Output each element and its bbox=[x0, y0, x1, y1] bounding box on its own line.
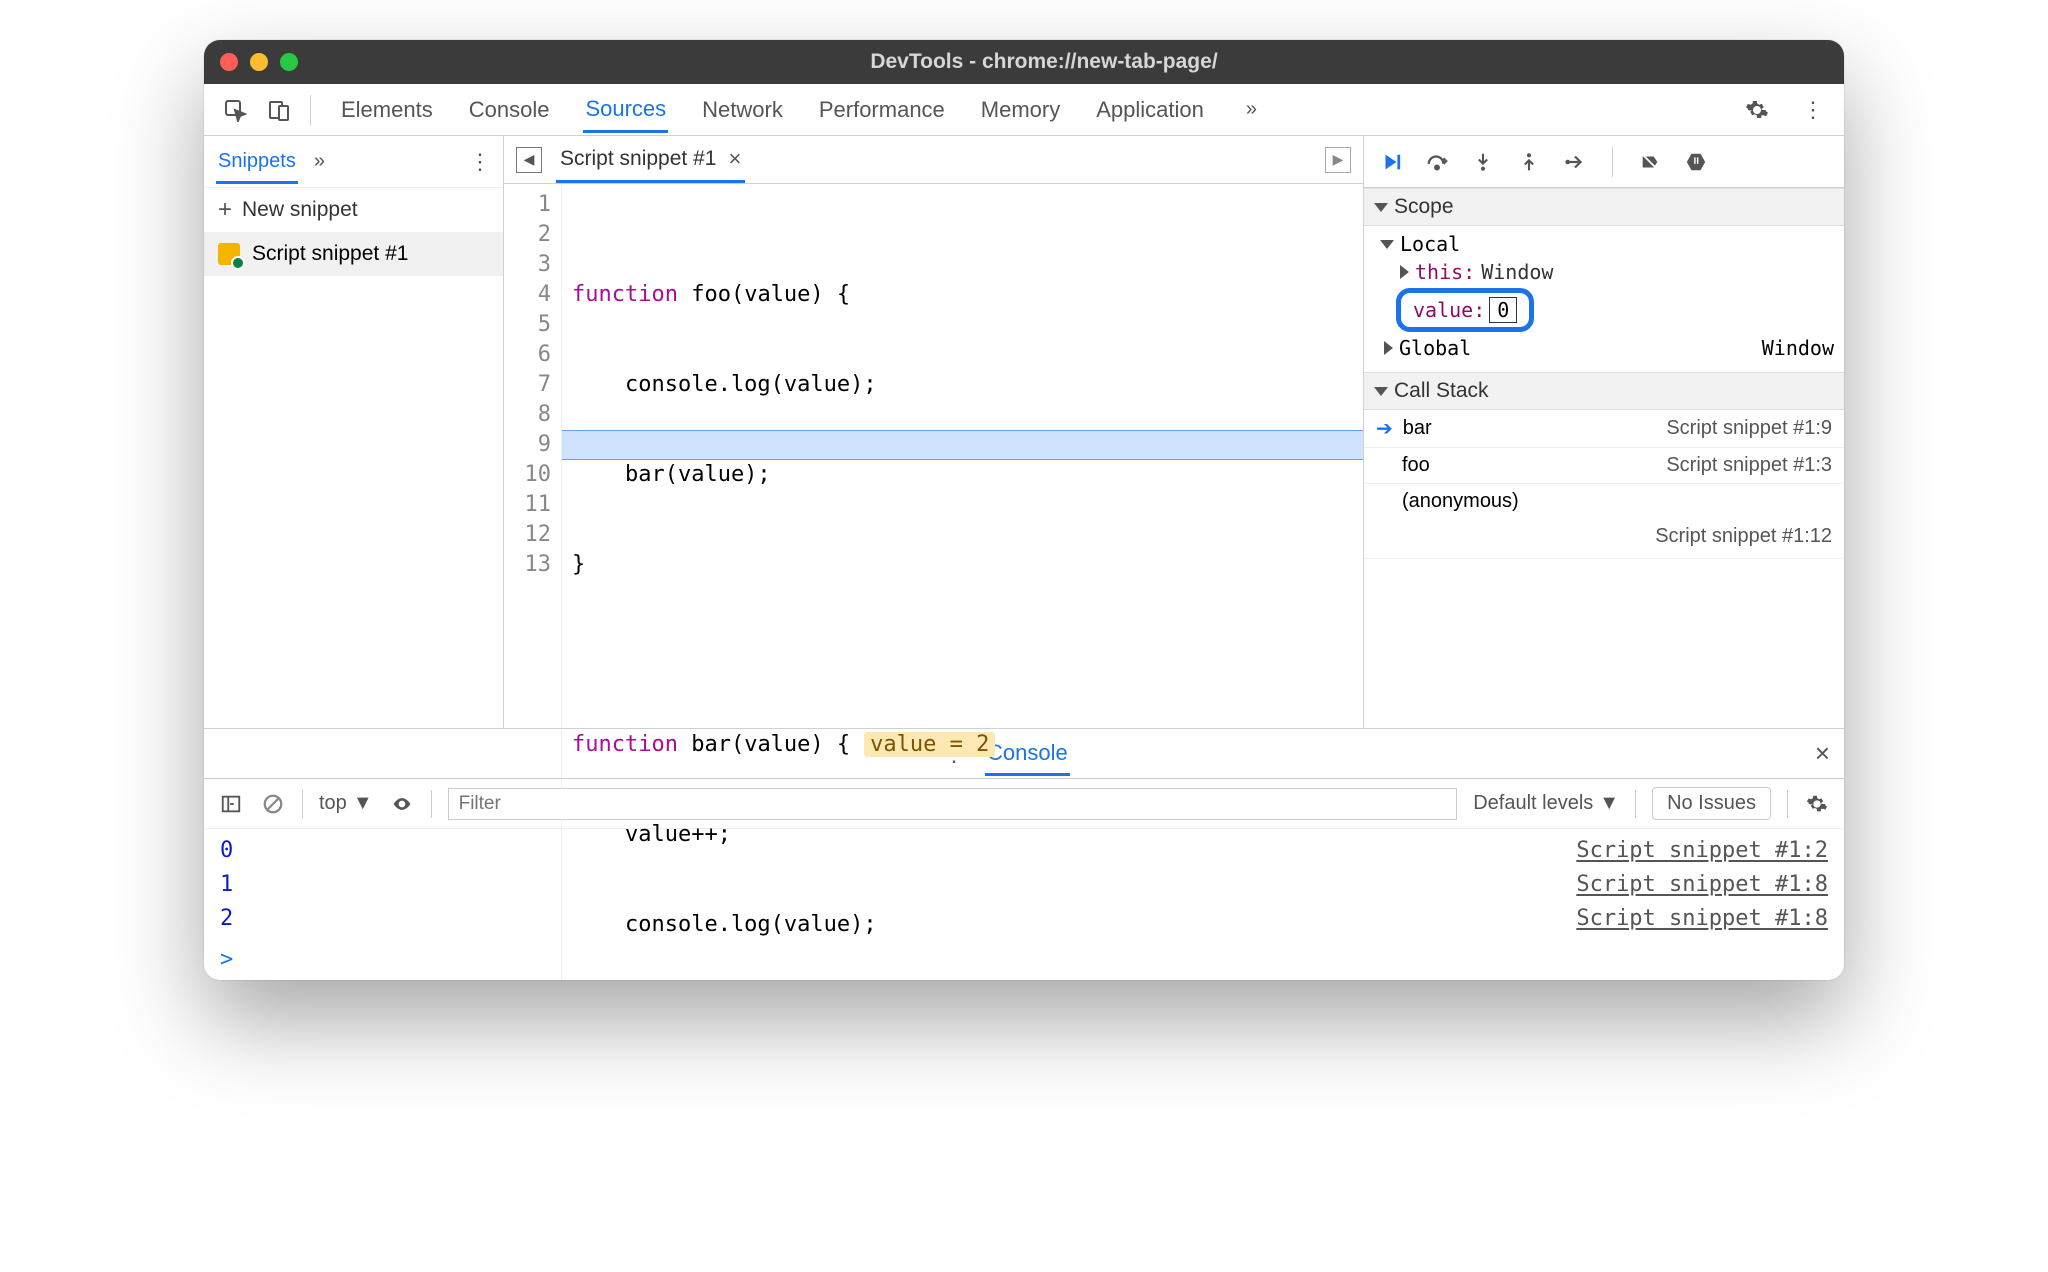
source-editor: ◀ Script snippet #1 × ▶ 1234567891011121… bbox=[504, 136, 1364, 728]
chevron-right-icon[interactable] bbox=[1400, 265, 1409, 279]
toggle-navigator-icon[interactable]: ◀ bbox=[516, 147, 542, 173]
tab-application[interactable]: Application bbox=[1094, 87, 1206, 133]
chevron-down-icon[interactable] bbox=[1380, 240, 1394, 249]
inspect-element-icon[interactable] bbox=[218, 93, 252, 127]
navigator-sidebar: Snippets » ⋮ + New snippet Script snippe… bbox=[204, 136, 504, 728]
plus-icon: + bbox=[218, 196, 232, 224]
snippet-item[interactable]: Script snippet #1 bbox=[204, 232, 503, 276]
live-expression-icon[interactable] bbox=[389, 791, 415, 817]
new-snippet-label: New snippet bbox=[242, 198, 358, 222]
log-value: 2 bbox=[220, 906, 233, 931]
console-settings-icon[interactable] bbox=[1804, 791, 1830, 817]
snippet-file-icon bbox=[218, 243, 240, 265]
step-over-icon[interactable] bbox=[1424, 149, 1450, 175]
scope-global-label: Global bbox=[1399, 336, 1471, 360]
chevron-down-icon bbox=[1374, 203, 1388, 212]
code-area[interactable]: 12345678910111213 function foo(value) { … bbox=[504, 184, 1363, 980]
scope-section-header[interactable]: Scope bbox=[1364, 188, 1844, 226]
more-menu-icon[interactable]: ⋮ bbox=[1796, 93, 1830, 127]
inline-value-hint: value = 2 bbox=[864, 732, 995, 757]
log-source-link[interactable]: Script snippet #1:8 bbox=[1576, 906, 1828, 931]
step-icon[interactable] bbox=[1562, 149, 1588, 175]
chevron-down-icon bbox=[1374, 387, 1388, 396]
current-frame-icon: ➔ bbox=[1376, 416, 1393, 441]
chevron-right-icon[interactable] bbox=[1384, 341, 1393, 355]
zoom-window-button[interactable] bbox=[280, 53, 298, 71]
devtools-main-toolbar: Elements Console Sources Network Perform… bbox=[204, 84, 1844, 136]
tab-network[interactable]: Network bbox=[700, 87, 785, 133]
close-window-button[interactable] bbox=[220, 53, 238, 71]
panel-tabs: Elements Console Sources Network Perform… bbox=[339, 86, 1730, 133]
log-levels-selector[interactable]: Default levels▼ bbox=[1473, 792, 1619, 815]
clear-console-icon[interactable] bbox=[260, 791, 286, 817]
console-sidebar-icon[interactable] bbox=[218, 791, 244, 817]
debugger-toolbar bbox=[1364, 136, 1844, 188]
toggle-debugger-icon[interactable]: ▶ bbox=[1325, 147, 1351, 173]
scope-this-name: this: bbox=[1415, 260, 1475, 284]
scope-local-label: Local bbox=[1400, 232, 1460, 256]
close-drawer-icon[interactable]: × bbox=[1815, 738, 1830, 769]
log-value: 1 bbox=[220, 872, 233, 897]
tab-performance[interactable]: Performance bbox=[817, 87, 947, 133]
new-snippet-button[interactable]: + New snippet bbox=[204, 188, 503, 232]
scope-this-value: Window bbox=[1481, 260, 1553, 284]
tab-elements[interactable]: Elements bbox=[339, 87, 435, 133]
scope-value-input[interactable] bbox=[1489, 297, 1517, 323]
minimize-window-button[interactable] bbox=[250, 53, 268, 71]
log-source-link[interactable]: Script snippet #1:8 bbox=[1576, 872, 1828, 897]
window-titlebar: DevTools - chrome://new-tab-page/ bbox=[204, 40, 1844, 84]
tab-console[interactable]: Console bbox=[467, 87, 552, 133]
callstack-row[interactable]: (anonymous) bbox=[1364, 484, 1844, 519]
pause-on-exceptions-icon[interactable] bbox=[1683, 149, 1709, 175]
deactivate-breakpoints-icon[interactable] bbox=[1637, 149, 1663, 175]
step-into-icon[interactable] bbox=[1470, 149, 1496, 175]
more-tabs-icon[interactable]: » bbox=[1246, 98, 1257, 121]
scope-global-value: Window bbox=[1762, 336, 1834, 360]
sidebar-tab-snippets[interactable]: Snippets bbox=[216, 140, 298, 184]
resume-icon[interactable] bbox=[1378, 149, 1404, 175]
tab-memory[interactable]: Memory bbox=[979, 87, 1062, 133]
context-selector[interactable]: top▼ bbox=[319, 792, 373, 815]
callstack-row[interactable]: ➔bar Script snippet #1:9 bbox=[1364, 410, 1844, 448]
devtools-window: DevTools - chrome://new-tab-page/ Elemen… bbox=[204, 40, 1844, 980]
callstack-row[interactable]: foo Script snippet #1:3 bbox=[1364, 448, 1844, 484]
sidebar-menu-icon[interactable]: ⋮ bbox=[469, 149, 491, 175]
editor-tab-label: Script snippet #1 bbox=[560, 147, 716, 171]
close-tab-icon[interactable]: × bbox=[728, 146, 741, 172]
no-issues-button[interactable]: No Issues bbox=[1652, 787, 1771, 820]
window-title: DevTools - chrome://new-tab-page/ bbox=[318, 50, 1770, 74]
snippet-item-label: Script snippet #1 bbox=[252, 242, 408, 266]
log-source-link[interactable]: Script snippet #1:2 bbox=[1576, 838, 1828, 863]
editor-tab[interactable]: Script snippet #1 × bbox=[556, 136, 745, 183]
callstack-section-header[interactable]: Call Stack bbox=[1364, 372, 1844, 410]
code-lines[interactable]: function foo(value) { console.log(value)… bbox=[562, 184, 1363, 980]
tab-sources[interactable]: Sources bbox=[583, 86, 668, 133]
scope-value-name: value: bbox=[1413, 298, 1485, 322]
device-toolbar-icon[interactable] bbox=[262, 93, 296, 127]
sidebar-more-icon[interactable]: » bbox=[314, 150, 325, 173]
settings-gear-icon[interactable] bbox=[1740, 93, 1774, 127]
scope-value-highlight: value: bbox=[1396, 288, 1534, 332]
debugger-pane: Scope Local this: Window value: bbox=[1364, 136, 1844, 728]
traffic-lights bbox=[220, 53, 298, 71]
log-value: 0 bbox=[220, 838, 233, 863]
step-out-icon[interactable] bbox=[1516, 149, 1542, 175]
